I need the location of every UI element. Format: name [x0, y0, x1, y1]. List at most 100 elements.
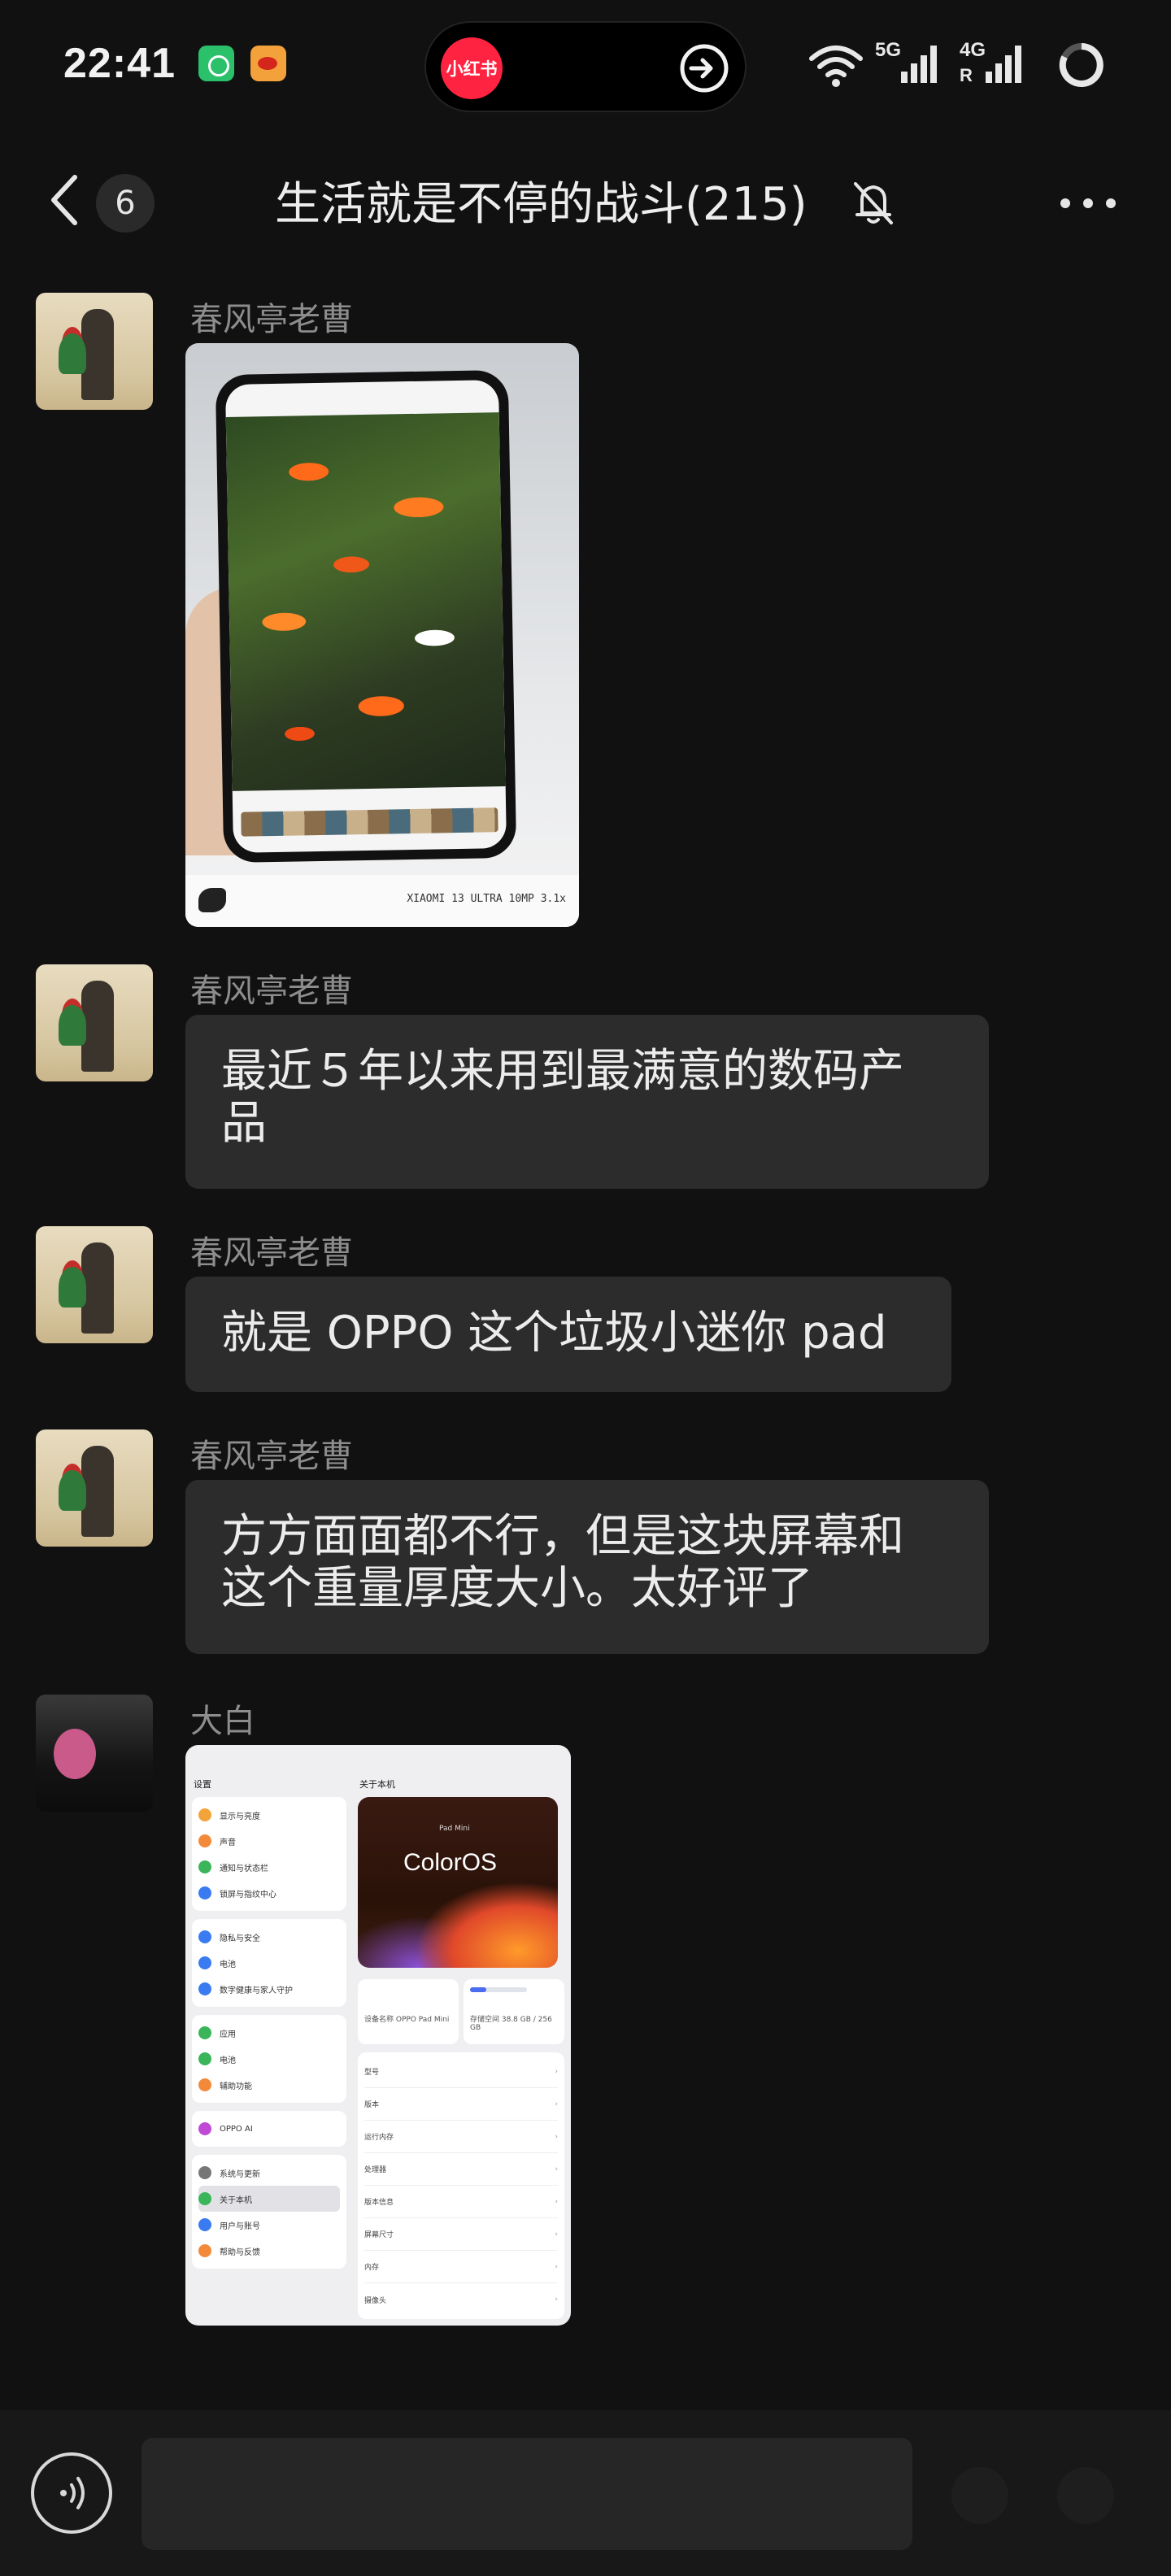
message-line: 就是 OPPO 这个垃圾小迷你 pad	[221, 1307, 887, 1360]
settings-row: 显示与亮度	[198, 1802, 340, 1828]
text-bubble[interactable]: 就是 OPPO 这个垃圾小迷你 pad	[185, 1277, 951, 1392]
settings-row: 隐私与安全	[198, 1924, 340, 1950]
device-info-cells: 设备名称 OPPO Pad Mini 存储空间 38.8 GB / 256 GB	[358, 1979, 564, 2044]
sender-name: 春风亭老曹	[190, 301, 353, 338]
settings-screenshot: 设置 显示与亮度 声音 通知与状态栏 锁屏与指纹中心 隐私与安全 电池 数字健康…	[185, 1745, 571, 2326]
message-line: 品	[221, 1097, 267, 1150]
chat-message: 春风亭老曹 最近５年以来用到最满意的数码产 品	[0, 964, 1171, 1208]
image-message[interactable]: 设置 显示与亮度 声音 通知与状态栏 锁屏与指纹中心 隐私与安全 电池 数字健康…	[185, 1745, 571, 2326]
chat-message: 春风亭老曹 XIAOMI 13 ULTRA 10MP 3.1x	[0, 293, 1171, 943]
spec-row: 型号 ›	[364, 2056, 558, 2088]
status-time: 22:41	[63, 40, 176, 87]
storage-cell: 存储空间 38.8 GB / 256 GB	[464, 1979, 564, 2044]
sender-name: 春风亭老曹	[190, 1438, 353, 1475]
emoji-icon[interactable]	[951, 2467, 1008, 2524]
brand-logo	[198, 888, 226, 912]
settings-row: 系统与更新	[198, 2160, 340, 2186]
battery-ring-icon	[1059, 43, 1104, 87]
spec-row: 运行内存 ›	[364, 2121, 558, 2153]
signal-strength-icon-2	[986, 46, 1021, 83]
emoji-and-more-area[interactable]	[935, 2451, 1147, 2540]
spec-row: 内存 ›	[364, 2251, 558, 2283]
spec-row: 摄像头 ›	[364, 2295, 558, 2305]
phone-graphic	[215, 369, 517, 864]
settings-row: 电池	[198, 2046, 340, 2072]
about-device-panel: 关于本机 Pad Mini ColorOS 设备名称 OPPO Pad Mini…	[358, 1774, 564, 2319]
wifi-icon	[809, 46, 863, 87]
settings-row: 电池	[198, 1950, 340, 1976]
mute-bell-icon	[854, 182, 893, 224]
image-message[interactable]: XIAOMI 13 ULTRA 10MP 3.1x	[185, 343, 579, 927]
signal-strength-icon	[901, 46, 937, 83]
input-bar	[0, 2410, 1171, 2576]
avatar[interactable]	[36, 1429, 153, 1547]
message-input[interactable]	[141, 2438, 912, 2550]
spec-row: 处理器 ›	[364, 2153, 558, 2186]
camera-watermark-text: XIAOMI 13 ULTRA 10MP 3.1x	[407, 893, 566, 905]
phone-photo: XIAOMI 13 ULTRA 10MP 3.1x	[185, 343, 579, 927]
settings-group: 隐私与安全 电池 数字健康与家人守护	[192, 1919, 346, 2007]
settings-row: 应用	[198, 2020, 340, 2046]
device-name-cell: 设备名称 OPPO Pad Mini	[358, 1979, 459, 2044]
network-4g-label: 4G	[960, 39, 986, 61]
settings-row: OPPO AI	[198, 2116, 340, 2142]
screenshot-status-bar	[185, 1745, 571, 1761]
settings-row: 声音	[198, 1828, 340, 1854]
chat-message: 大白 设置 显示与亮度 声音 通知与状态栏 锁屏与指纹中心 隐私与安全 电池 数…	[0, 1695, 1171, 2345]
storage-bar	[470, 1987, 527, 1992]
chat-header: 6 生活就是不停的战斗(215)	[0, 143, 1171, 257]
voice-wave-icon	[60, 2477, 85, 2509]
settings-row: 数字健康与家人守护	[198, 1976, 340, 2002]
message-list[interactable]: 春风亭老曹 XIAOMI 13 ULTRA 10MP 3.1x 春风亭老曹 最近…	[0, 276, 1171, 2407]
avatar[interactable]	[36, 1226, 153, 1343]
xiaohongshu-logo: 小红书	[441, 37, 503, 99]
sender-name: 春风亭老曹	[190, 1234, 353, 1272]
spec-row: 版本 ›	[364, 2088, 558, 2121]
settings-group: OPPO AI	[192, 2111, 346, 2147]
sender-name: 春风亭老曹	[190, 973, 353, 1010]
wechat-notification-icon	[198, 46, 234, 81]
group-chat-title[interactable]: 生活就是不停的战斗(215)	[275, 168, 808, 233]
settings-group: 应用 电池 辅助功能	[192, 2015, 346, 2103]
dynamic-island[interactable]: 小红书	[424, 21, 747, 112]
back-arrow-icon[interactable]	[41, 168, 89, 233]
spec-list: 型号 › 版本 › 运行内存 › 处理器 › 版本信息 › 屏幕尺寸 › 内存 › 摄像头 ›	[358, 2052, 564, 2319]
text-bubble[interactable]: 方方面面都不行，但是这块屏幕和 这个重量厚度大小。太好评了	[185, 1480, 989, 1654]
koi-fish-photo	[225, 412, 506, 791]
settings-row: 帮助与反馈	[198, 2238, 340, 2264]
login-arrow-icon	[680, 44, 729, 93]
phone-screen	[224, 380, 507, 853]
weibo-notification-icon	[250, 46, 286, 81]
avatar[interactable]	[36, 964, 153, 1081]
about-title: 关于本机	[359, 1779, 395, 1790]
avatar[interactable]	[36, 1695, 153, 1812]
device-label: Pad Mini	[439, 1825, 470, 1833]
settings-row: 通知与状态栏	[198, 1854, 340, 1880]
status-indicators: 5G 4G R	[797, 33, 1171, 98]
camera-watermark-bar: XIAOMI 13 ULTRA 10MP 3.1x	[185, 875, 579, 927]
photo-thumbnail-strip	[241, 807, 498, 837]
unread-count-badge[interactable]: 6	[96, 174, 155, 233]
settings-row: 锁屏与指纹中心	[198, 1880, 340, 1906]
chat-message: 春风亭老曹 方方面面都不行，但是这块屏幕和 这个重量厚度大小。太好评了	[0, 1429, 1171, 1673]
chat-message: 春风亭老曹 就是 OPPO 这个垃圾小迷你 pad	[0, 1226, 1171, 1405]
spec-row: 屏幕尺寸 ›	[364, 2218, 558, 2251]
sender-name: 大白	[190, 1703, 255, 1740]
settings-row: 用户与账号	[198, 2212, 340, 2238]
coloros-banner: Pad Mini ColorOS	[358, 1797, 558, 1968]
text-bubble[interactable]: 最近５年以来用到最满意的数码产 品	[185, 1015, 989, 1189]
spec-row: 版本信息 ›	[364, 2186, 558, 2218]
message-line: 这个重量厚度大小。太好评了	[221, 1562, 813, 1615]
settings-row-selected: 关于本机	[198, 2186, 340, 2212]
avatar[interactable]	[36, 293, 153, 410]
message-line: 最近５年以来用到最满意的数码产	[221, 1045, 904, 1098]
coloros-logo-text: ColorOS	[403, 1849, 498, 1876]
status-bar: 22:41 小红书 5G 4G R	[0, 0, 1171, 130]
voice-input-button[interactable]	[31, 2452, 112, 2534]
settings-group: 系统与更新 关于本机 用户与账号 帮助与反馈	[192, 2155, 346, 2269]
settings-title: 设置	[194, 1779, 211, 1790]
more-options-icon[interactable]	[1056, 181, 1121, 226]
plus-icon[interactable]	[1057, 2467, 1114, 2524]
settings-menu: 设置 显示与亮度 声音 通知与状态栏 锁屏与指纹中心 隐私与安全 电池 数字健康…	[192, 1774, 346, 2319]
network-5g-label: 5G	[875, 39, 902, 61]
